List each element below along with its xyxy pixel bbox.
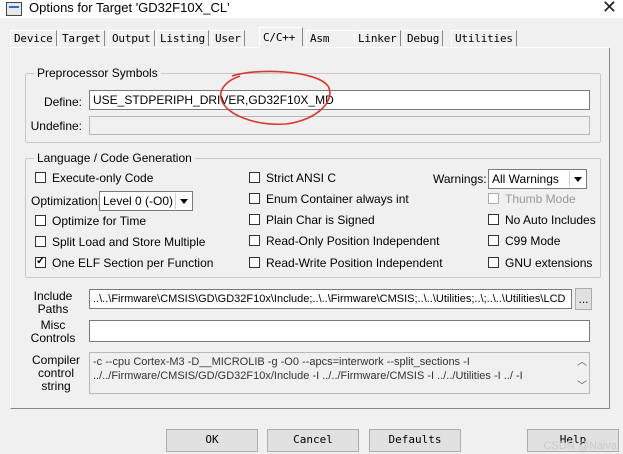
tab-device[interactable]: Device: [10, 30, 57, 46]
define-label: Define:: [43, 95, 82, 109]
tab-output[interactable]: Output: [108, 30, 155, 46]
defaults-button[interactable]: Defaults: [369, 429, 461, 452]
preprocessor-legend: Preprocessor Symbols: [34, 66, 161, 80]
warnings-select[interactable]: All Warnings: [488, 169, 587, 189]
optimize-time-label: Optimize for Time: [52, 214, 147, 228]
enum-container-checkbox[interactable]: [249, 193, 260, 204]
ro-pos-ind-checkbox[interactable]: [249, 235, 260, 246]
tab-user[interactable]: User: [211, 30, 245, 46]
tab-debug[interactable]: Debug: [403, 30, 444, 46]
tab-asm[interactable]: Asm: [306, 30, 358, 46]
compiler-label-line1: Compiler: [31, 353, 80, 367]
compiler-label-line3: string: [41, 379, 71, 393]
tab-listing[interactable]: Listing: [156, 30, 209, 46]
misc-controls-label: Misc Controls: [28, 319, 78, 345]
watermark: CSDN @Naiva: [543, 440, 617, 452]
optimization-value: Level 0 (-O0): [103, 194, 174, 208]
browse-include-button[interactable]: ...: [575, 288, 592, 310]
window-title: Options for Target 'GD32F10X_CL': [29, 0, 230, 15]
one-elf-label: One ELF Section per Function: [52, 256, 214, 270]
warnings-value: All Warnings: [492, 172, 559, 186]
cancel-button[interactable]: Cancel: [267, 429, 359, 452]
language-legend: Language / Code Generation: [34, 151, 195, 165]
thumb-mode-label: Thumb Mode: [505, 192, 576, 206]
scroll-up-icon[interactable]: ︿: [577, 353, 587, 368]
gnu-extensions-checkbox[interactable]: [488, 257, 499, 268]
plain-char-label: Plain Char is Signed: [266, 213, 375, 227]
plain-char-checkbox[interactable]: [249, 214, 260, 225]
optimization-label: Optimization:: [31, 194, 102, 208]
include-paths-input[interactable]: ..\..\Firmware\CMSIS\GD\GD32F10x\Include…: [89, 289, 572, 309]
split-load-label: Split Load and Store Multiple: [52, 235, 206, 249]
one-elf-checkbox[interactable]: [35, 254, 46, 268]
optimize-time-checkbox[interactable]: [35, 215, 46, 226]
undefine-input[interactable]: [89, 116, 590, 135]
compiler-line-2: ../../Firmware/CMSIS/GD/GD32F10x/Include…: [93, 370, 523, 382]
compiler-label-line2: control: [37, 366, 75, 380]
rw-pos-ind-label: Read-Write Position Independent: [266, 256, 443, 270]
ro-pos-ind-label: Read-Only Position Independent: [266, 234, 440, 248]
include-label-line2: Paths: [37, 302, 69, 316]
compiler-scrollbar[interactable]: ︿ ﹀: [574, 353, 589, 393]
title-bar: Options for Target 'GD32F10X_CL' ✕: [0, 0, 623, 18]
thumb-mode-checkbox[interactable]: [488, 193, 499, 204]
misc-label-line1: Misc: [40, 318, 66, 332]
chevron-down-icon: [569, 171, 585, 187]
no-auto-includes-checkbox[interactable]: [488, 214, 499, 225]
compiler-control-string: -c --cpu Cortex-M3 -D__MICROLIB -g -O0 -…: [89, 352, 590, 394]
optimization-select[interactable]: Level 0 (-O0): [99, 191, 193, 211]
undefine-label: Undefine:: [30, 119, 82, 133]
execute-only-label: Execute-only Code: [52, 171, 154, 185]
chevron-down-icon: [175, 193, 191, 209]
tab-linker[interactable]: Linker: [354, 30, 401, 46]
c99-mode-checkbox[interactable]: [488, 235, 499, 246]
tab-strip: Device Target Output Listing User C/C++ …: [10, 27, 610, 49]
ok-button[interactable]: OK: [166, 429, 258, 452]
enum-container-label: Enum Container always int: [266, 192, 409, 206]
no-auto-includes-label: No Auto Includes: [505, 213, 596, 227]
annotation-circle: [219, 70, 331, 125]
include-label-line1: Include: [33, 289, 73, 303]
strict-ansi-label: Strict ANSI C: [266, 171, 337, 185]
scroll-down-icon[interactable]: ﹀: [577, 377, 587, 392]
misc-label-line2: Controls: [30, 331, 76, 345]
gnu-extensions-label: GNU extensions: [505, 256, 593, 270]
compiler-line-1: -c --cpu Cortex-M3 -D__MICROLIB -g -O0 -…: [93, 356, 470, 368]
close-icon[interactable]: ✕: [602, 0, 617, 17]
strict-ansi-checkbox[interactable]: [249, 172, 260, 183]
compiler-control-label: Compiler control string: [28, 354, 84, 393]
misc-controls-input[interactable]: [89, 320, 590, 342]
tab-target[interactable]: Target: [58, 30, 105, 46]
tab-utilities[interactable]: Utilities: [451, 30, 517, 46]
include-paths-label: Include Paths: [28, 290, 78, 316]
execute-only-checkbox[interactable]: [35, 172, 46, 183]
split-load-checkbox[interactable]: [35, 236, 46, 247]
tab-c-cpp[interactable]: C/C++: [259, 27, 303, 49]
define-input[interactable]: USE_STDPERIPH_DRIVER,GD32F10X_MD: [89, 90, 590, 110]
app-icon: [6, 2, 22, 16]
warnings-label: Warnings:: [433, 172, 487, 186]
rw-pos-ind-checkbox[interactable]: [249, 257, 260, 268]
c99-mode-label: C99 Mode: [505, 234, 561, 248]
